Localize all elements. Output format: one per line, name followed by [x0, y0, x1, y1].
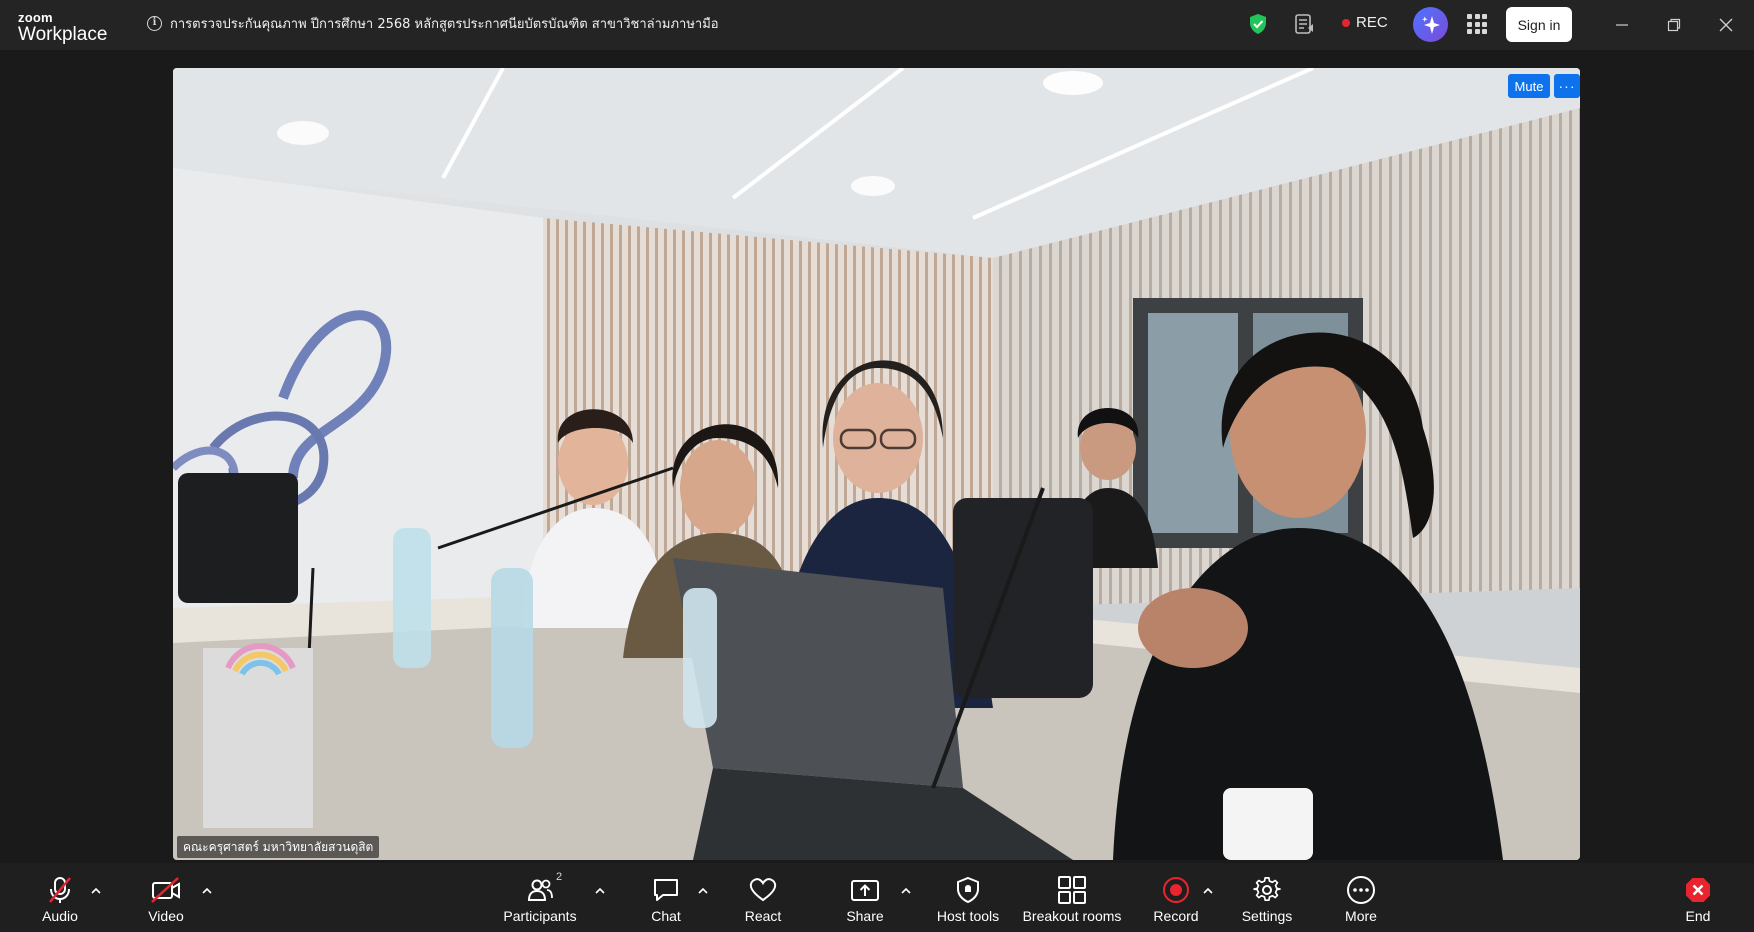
record-button[interactable]: Record — [1152, 863, 1200, 932]
sign-in-button[interactable]: Sign in — [1506, 7, 1572, 42]
meeting-toolbar: Audio Video 2 Participants Chat React Sh… — [0, 863, 1754, 932]
mic-off-icon — [49, 877, 71, 903]
chevron-up-icon — [698, 888, 708, 894]
host-tools-label: Host tools — [936, 908, 1000, 924]
settings-label: Settings — [1241, 908, 1293, 924]
share-label: Share — [846, 908, 884, 924]
participants-icon — [527, 879, 553, 901]
more-icon — [1347, 876, 1375, 904]
more-label: More — [1345, 908, 1377, 924]
react-label: React — [744, 908, 782, 924]
rec-label: REC — [1356, 14, 1388, 31]
react-icon — [749, 878, 777, 902]
info-icon[interactable]: i — [147, 16, 162, 31]
settings-button[interactable]: Settings — [1240, 863, 1294, 932]
breakout-icon — [1058, 876, 1086, 904]
participants-button[interactable]: 2 Participants — [500, 863, 580, 932]
end-meeting-button[interactable]: End — [1678, 863, 1718, 932]
restore-button[interactable] — [1659, 10, 1689, 40]
chat-button[interactable]: Chat — [646, 863, 686, 932]
participants-label: Participants — [503, 908, 577, 924]
apps-grid-icon[interactable] — [1467, 14, 1487, 34]
participants-options-caret[interactable] — [593, 885, 607, 897]
end-icon — [1686, 878, 1710, 902]
notes-icon[interactable] — [1294, 13, 1314, 35]
video-options-button[interactable]: ··· — [1554, 74, 1580, 98]
chevron-up-icon — [91, 888, 101, 894]
meeting-title: การตรวจประกันคุณภาพ ปีการศึกษา 2568 หลัก… — [170, 17, 719, 32]
restore-icon — [1667, 18, 1681, 32]
audio-label: Audio — [42, 908, 78, 924]
chat-label: Chat — [651, 908, 681, 924]
video-button[interactable]: Video — [144, 863, 188, 932]
participants-count: 2 — [556, 871, 563, 883]
record-options-caret[interactable] — [1201, 885, 1215, 897]
chevron-up-icon — [202, 888, 212, 894]
video-frame — [173, 68, 1580, 860]
ai-companion-button[interactable] — [1413, 7, 1448, 42]
share-icon — [851, 880, 879, 901]
chevron-up-icon — [1203, 888, 1213, 894]
record-icon — [1163, 877, 1189, 903]
mute-participant-button[interactable]: Mute — [1508, 74, 1550, 98]
zoom-workplace-logo: zoom Workplace — [18, 11, 107, 44]
minimize-button[interactable] — [1607, 10, 1637, 40]
share-options-caret[interactable] — [899, 885, 913, 897]
record-dot-icon — [1342, 18, 1350, 27]
shield-icon[interactable] — [1248, 13, 1268, 35]
react-button[interactable]: React — [742, 863, 784, 932]
chat-icon — [654, 879, 678, 901]
meeting-info[interactable]: i การตรวจประกันคุณภาพ ปีการศึกษา 2568 หล… — [147, 13, 719, 34]
title-bar: zoom Workplace i การตรวจประกันคุณภาพ ปีก… — [0, 0, 1754, 50]
participant-name-tag: คณะครุศาสตร์ มหาวิทยาลัยสวนดุสิต — [177, 836, 380, 858]
host-tools-icon — [957, 876, 979, 904]
logo-workplace-text: Workplace — [18, 24, 108, 45]
record-label: Record — [1153, 908, 1199, 924]
video-options-caret[interactable] — [200, 885, 214, 897]
close-button[interactable] — [1711, 10, 1741, 40]
video-off-icon — [151, 877, 180, 903]
video-label: Video — [148, 908, 184, 924]
settings-icon — [1253, 877, 1281, 902]
breakout-rooms-button[interactable]: Breakout rooms — [1021, 863, 1123, 932]
more-button[interactable]: More — [1340, 863, 1382, 932]
audio-options-caret[interactable] — [89, 885, 103, 897]
end-label: End — [1685, 908, 1711, 924]
ai-companion-icon — [1421, 15, 1440, 34]
chat-options-caret[interactable] — [696, 885, 710, 897]
participant-video[interactable] — [173, 68, 1580, 860]
breakout-label: Breakout rooms — [1022, 908, 1122, 924]
share-button[interactable]: Share — [844, 863, 886, 932]
host-tools-button[interactable]: Host tools — [933, 863, 1003, 932]
minimize-icon — [1616, 24, 1628, 26]
recording-indicator[interactable]: REC — [1342, 14, 1388, 31]
close-icon — [1719, 18, 1733, 32]
logo-zoom-text: zoom — [18, 10, 53, 25]
audio-button[interactable]: Audio — [38, 863, 82, 932]
chevron-up-icon — [595, 888, 605, 894]
chevron-up-icon — [901, 888, 911, 894]
